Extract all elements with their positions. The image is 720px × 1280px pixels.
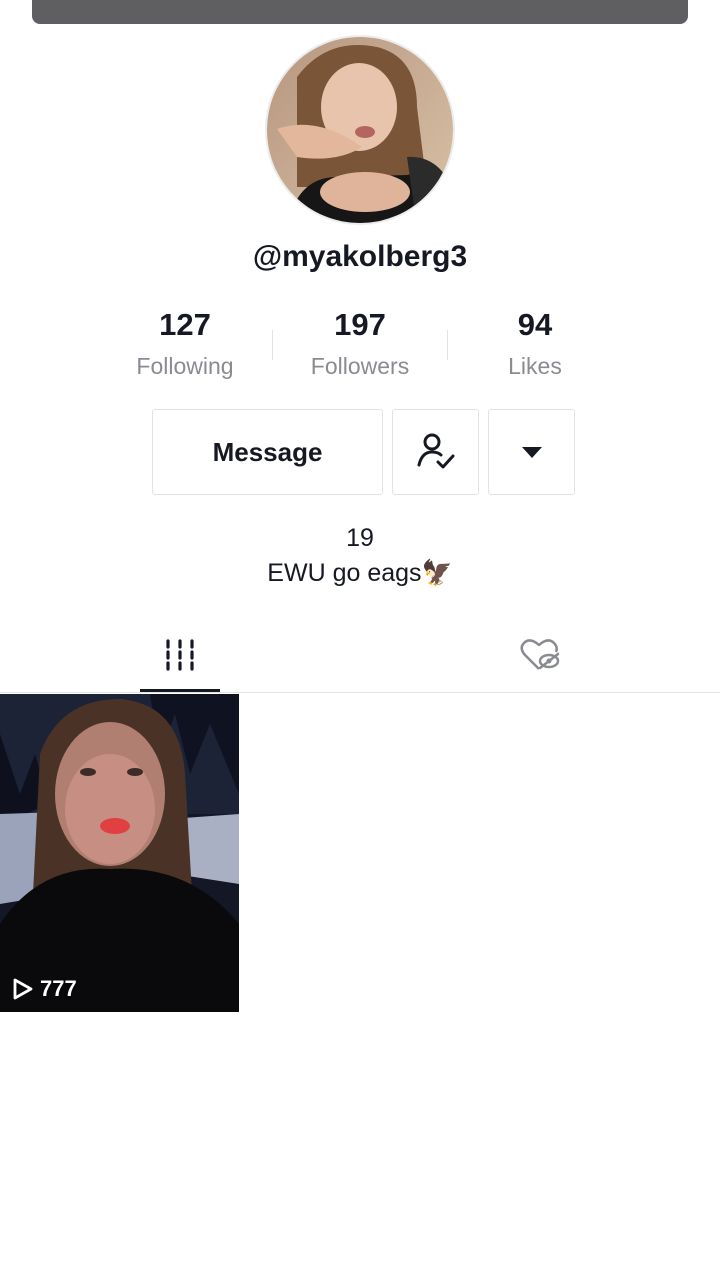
likes-count: 94 xyxy=(517,307,553,342)
tab-videos[interactable] xyxy=(140,630,220,680)
message-button[interactable]: Message xyxy=(152,409,383,495)
stat-likes[interactable]: 94 Likes xyxy=(447,306,623,381)
play-icon xyxy=(13,978,33,1000)
stat-following[interactable]: 127 Following xyxy=(97,306,273,381)
video-thumbnail[interactable]: 777 xyxy=(0,694,239,1012)
active-tab-indicator xyxy=(140,689,220,692)
bio-age: 19 xyxy=(346,524,374,552)
eagle-emoji: 🦅 xyxy=(421,559,453,587)
tab-liked[interactable] xyxy=(500,630,580,680)
user-check-icon xyxy=(417,433,454,469)
following-label: Following xyxy=(136,353,234,379)
avatar[interactable] xyxy=(265,35,455,225)
bio-text: EWU go eags🦅 xyxy=(0,559,720,588)
grid-icon xyxy=(166,639,194,671)
following-status-button[interactable] xyxy=(392,409,479,495)
username: @myakolberg3 xyxy=(252,240,468,273)
liked-hidden-icon xyxy=(520,639,560,670)
tabs-divider xyxy=(0,692,720,693)
avatar-image xyxy=(267,37,453,223)
bio-text-label: EWU go eags xyxy=(267,559,422,587)
followers-label: Followers xyxy=(310,353,410,379)
view-count-label: 777 xyxy=(40,976,77,1001)
more-options-button[interactable] xyxy=(488,409,575,495)
message-button-label: Message xyxy=(212,436,323,467)
view-count: 777 xyxy=(12,976,77,1002)
followers-count: 197 xyxy=(334,307,386,342)
likes-label: Likes xyxy=(508,353,562,379)
following-count: 127 xyxy=(159,307,211,342)
video-thumbnail-image xyxy=(0,694,239,1012)
stat-followers[interactable]: 197 Followers xyxy=(272,306,448,381)
caret-down-icon xyxy=(521,447,542,458)
top-bar xyxy=(32,0,688,24)
